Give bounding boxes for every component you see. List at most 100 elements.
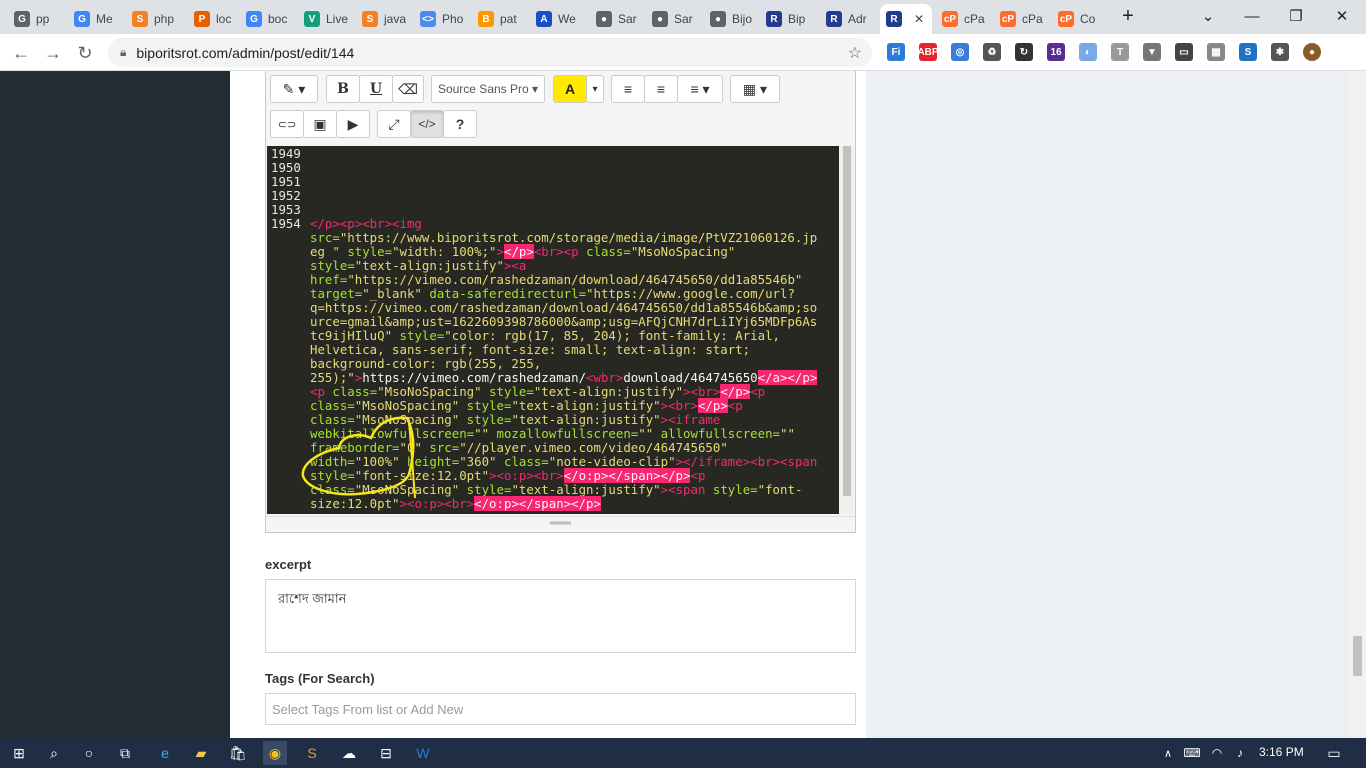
ordered-list-button[interactable]: ≡ [644, 75, 678, 103]
browser-tab[interactable]: R Adr [820, 4, 874, 34]
tab-search-button[interactable]: ⌄ [1186, 0, 1230, 32]
terminal-icon[interactable]: ⊟ [374, 741, 398, 765]
bold-button[interactable]: B [326, 75, 360, 103]
extension-icon[interactable]: 16 [1047, 43, 1065, 61]
edge-icon[interactable]: e [153, 741, 177, 765]
extension-icon[interactable]: S [1239, 43, 1257, 61]
excerpt-textarea[interactable]: রাশেদ জামান [265, 579, 856, 653]
tab-favicon-icon: S [132, 11, 148, 27]
browser-tab[interactable]: ● Sar [646, 4, 700, 34]
unordered-list-button[interactable]: ≡ [611, 75, 645, 103]
browser-tab[interactable]: cP cPa [936, 4, 990, 34]
browser-tab[interactable]: R Bip [760, 4, 814, 34]
browser-tab[interactable]: V Live [298, 4, 352, 34]
extension-icon[interactable]: ◐ [1079, 43, 1097, 61]
browser-tab[interactable]: ● Bijo [704, 4, 758, 34]
forward-icon[interactable]: → [42, 42, 64, 64]
app-icon[interactable]: ☁ [337, 741, 361, 765]
extension-icon[interactable]: ▭ [1175, 43, 1193, 61]
file-explorer-icon[interactable]: ▰ [189, 741, 213, 765]
browser-tab[interactable]: Gboc [240, 4, 294, 34]
browser-tab[interactable]: Bpat [472, 4, 526, 34]
table-dropdown[interactable]: ▦ ▾ [730, 75, 780, 103]
text-color-button[interactable]: A [553, 75, 587, 103]
browser-tab[interactable]: G Me [68, 4, 122, 34]
page-scrollbar-thumb[interactable] [1353, 636, 1362, 676]
task-view-icon[interactable]: ⧉ [113, 741, 137, 765]
tab-close-icon[interactable]: ✕ [914, 12, 924, 26]
extension-icon[interactable]: Fi [887, 43, 905, 61]
address-bar[interactable]: 🔒︎ biporitsrot.com/admin/post/edit/144 ☆ [108, 38, 872, 67]
picture-button[interactable]: ▣ [303, 110, 337, 138]
browser-tab[interactable]: Ploc [188, 4, 242, 34]
browser-tab[interactable]: Sphp [126, 4, 180, 34]
text-color-dropdown[interactable]: ▾ [586, 75, 604, 103]
extension-icon[interactable]: ABP [917, 43, 939, 61]
extension-icon[interactable]: ▼ [1143, 43, 1161, 61]
tab-title: Sar [618, 12, 637, 26]
help-button[interactable]: ? [443, 110, 477, 138]
magic-style-button[interactable]: ✎ ▾ [270, 75, 318, 103]
tray-chevron-icon[interactable]: ∧ [1156, 741, 1180, 765]
sublime-icon[interactable]: S [300, 741, 324, 765]
editor-resize-handle[interactable]: ═══ [266, 516, 855, 530]
word-icon[interactable]: W [411, 741, 435, 765]
new-tab-button[interactable]: + [1106, 0, 1150, 32]
video-button[interactable]: ▶ [336, 110, 370, 138]
extension-icon[interactable]: ● [1303, 43, 1321, 61]
tab-favicon-icon: G [246, 11, 262, 27]
page-scrollbar[interactable] [1349, 71, 1366, 738]
taskbar-clock[interactable]: 3:16 PM [1259, 745, 1304, 759]
yellow-annotation-scribble [301, 416, 416, 499]
extension-icon[interactable]: ◎ [951, 43, 969, 61]
codeview-button[interactable]: </> [410, 110, 444, 138]
tray-network-icon[interactable]: ⌨ [1180, 741, 1204, 765]
minimize-button[interactable]: — [1230, 0, 1274, 32]
browser-tab[interactable]: ● Sar [590, 4, 644, 34]
close-window-button[interactable]: ✕ [1320, 0, 1364, 32]
windows-start-icon[interactable]: ⊞ [7, 741, 31, 765]
bookmark-star-icon[interactable]: ☆ [848, 43, 862, 63]
browser-tab[interactable]: cP Co [1052, 4, 1106, 34]
maximize-button[interactable]: ❐ [1274, 0, 1318, 32]
browser-tab[interactable]: <> Pho [414, 4, 468, 34]
excerpt-label: excerpt [265, 557, 312, 572]
browser-tab[interactable]: cP cPa [994, 4, 1048, 34]
store-icon[interactable]: 🛍︎ [226, 741, 250, 765]
tab-favicon-icon: G [14, 11, 30, 27]
extension-icon[interactable]: ✱ [1271, 43, 1289, 61]
browser-tab[interactable]: R ✕ [880, 4, 932, 34]
volume-icon[interactable]: ♪ [1228, 741, 1252, 765]
magic-wand-icon: ✎ [282, 80, 295, 97]
search-icon[interactable]: ⌕ [42, 741, 66, 765]
underline-button[interactable]: U [359, 75, 393, 103]
reload-icon[interactable]: ↻ [74, 42, 96, 64]
browser-tab[interactable]: A We [530, 4, 584, 34]
cortana-icon[interactable]: ○ [77, 741, 101, 765]
browser-tab[interactable]: Sjava [356, 4, 410, 34]
extension-icon[interactable]: ↻ [1015, 43, 1033, 61]
extension-icon[interactable]: ♻ [983, 43, 1001, 61]
back-icon[interactable]: ← [10, 42, 32, 64]
notification-icon[interactable]: ▭ [1322, 741, 1346, 765]
paragraph-align-dropdown[interactable]: ≡ ▾ [677, 75, 723, 103]
browser-toolbar: ← → ↻ 🔒︎ biporitsrot.com/admin/post/edit… [0, 34, 1366, 71]
line-numbers: 1949 1950 1951 1952 1953 1954 [271, 146, 301, 231]
extension-icon[interactable]: T [1111, 43, 1129, 61]
code-scrollbar-thumb[interactable] [843, 146, 851, 496]
tab-favicon-icon: <> [420, 11, 436, 27]
remove-format-button[interactable]: ⌫ [392, 75, 424, 103]
tab-title: Pho [442, 12, 464, 26]
link-button[interactable]: ⊂⊃ [270, 110, 304, 138]
tab-favicon-icon: R [766, 11, 782, 27]
tags-input[interactable]: Select Tags From list or Add New [265, 693, 856, 725]
extension-icon[interactable]: ▦ [1207, 43, 1225, 61]
font-family-dropdown[interactable]: Source Sans Pro ▾ [431, 75, 545, 103]
wifi-icon[interactable]: ◠ [1205, 741, 1229, 765]
fullscreen-button[interactable]: ⤢ [377, 110, 411, 138]
chrome-icon[interactable]: ◉ [263, 741, 287, 765]
tab-favicon-icon: ● [710, 11, 726, 27]
code-scrollbar[interactable] [840, 146, 854, 514]
code-view-textarea[interactable]: 1949 1950 1951 1952 1953 1954 </p><p><br… [267, 146, 839, 514]
browser-tab[interactable]: Gpp [8, 4, 62, 34]
